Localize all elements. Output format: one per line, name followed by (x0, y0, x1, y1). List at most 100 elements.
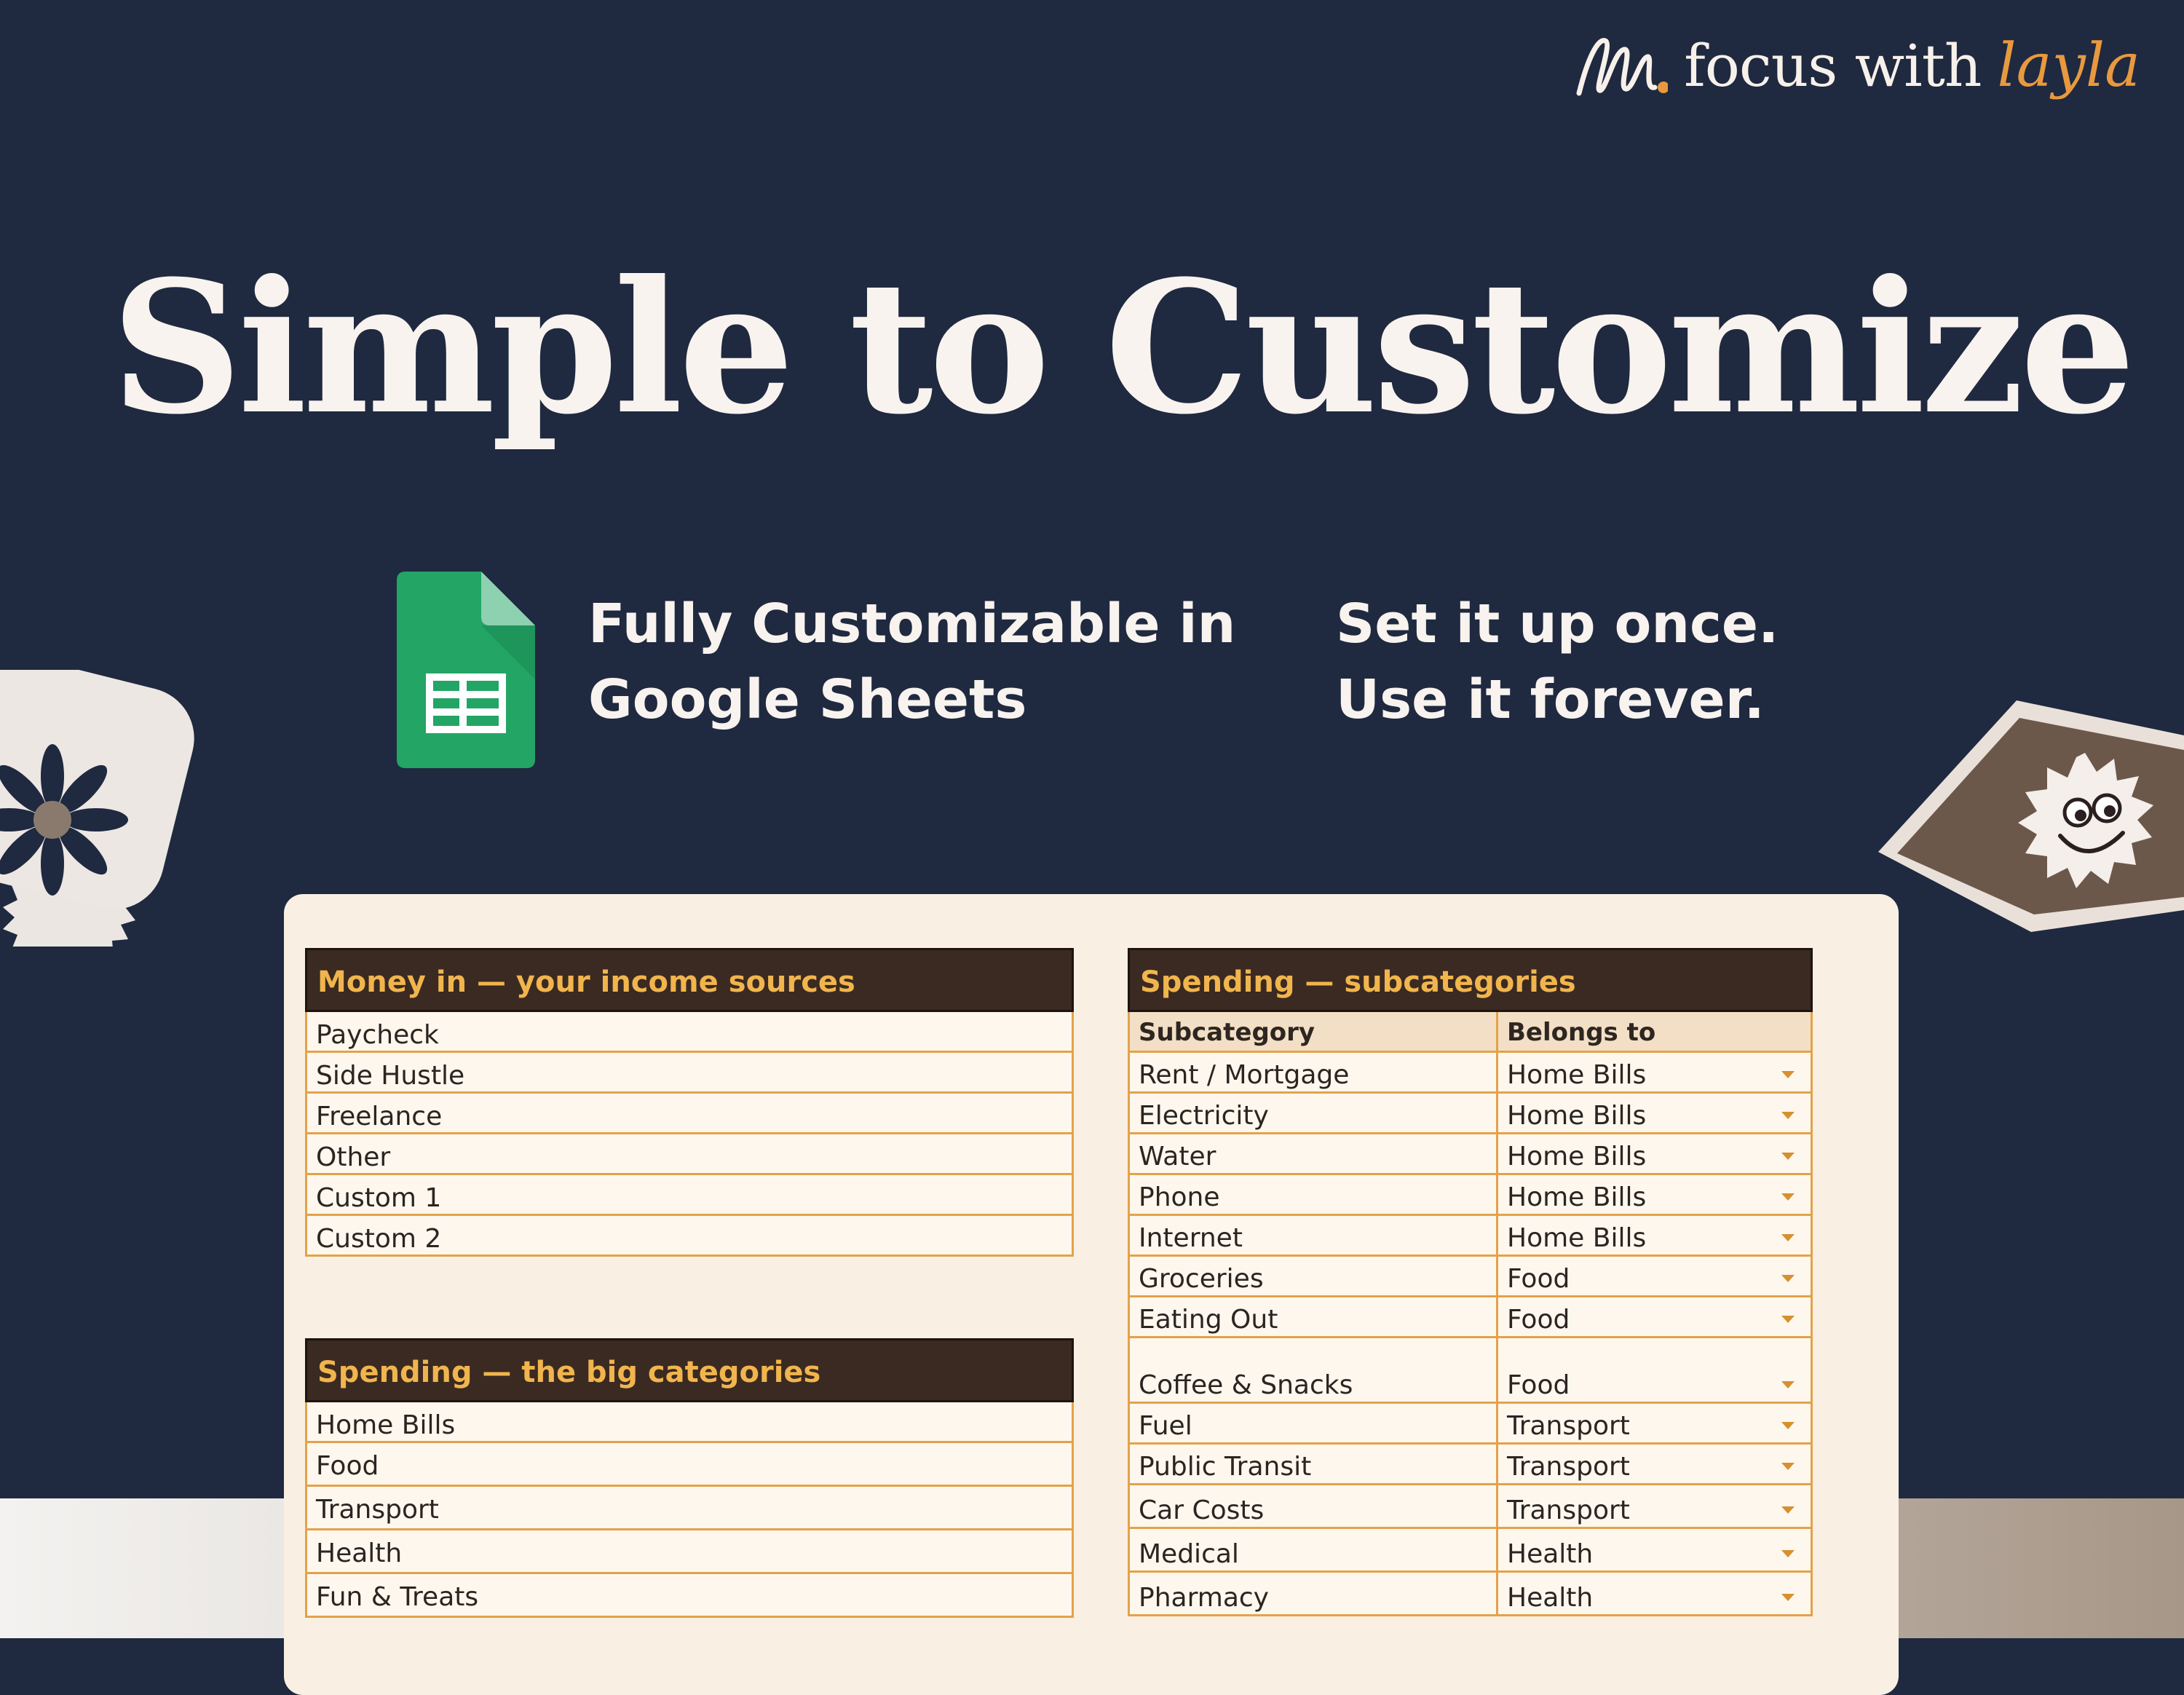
subcategory-cell[interactable]: Pharmacy (1130, 1573, 1498, 1614)
belongs-to-dropdown[interactable]: Transport (1498, 1485, 1811, 1527)
dropdown-arrow-icon[interactable] (1781, 1275, 1795, 1282)
table-row[interactable]: Transport (307, 1487, 1072, 1530)
dropdown-value: Home Bills (1507, 1101, 1647, 1131)
table-row: Eating Out Food (1130, 1297, 1811, 1338)
dropdown-value: Transport (1507, 1496, 1630, 1525)
subcategory-cell[interactable]: Water (1130, 1134, 1498, 1173)
subcategory-cell[interactable]: Internet (1130, 1216, 1498, 1255)
table-row[interactable]: Custom 2 (307, 1216, 1072, 1257)
column-header-subcategory: Subcategory (1130, 1012, 1498, 1051)
table-row[interactable]: Side Hustle (307, 1053, 1072, 1094)
subcategory-cell[interactable]: Coffee & Snacks (1130, 1338, 1498, 1402)
column-header-belongs-to: Belongs to (1507, 1018, 1656, 1047)
page-title: Simple to Customize (111, 240, 2135, 454)
table-header: Spending — the big categories (305, 1338, 1074, 1402)
dropdown-value: Transport (1507, 1411, 1630, 1441)
subcategory-cell[interactable]: Public Transit (1130, 1445, 1498, 1483)
income-sources-table: Money in — your income sources Paycheck … (305, 948, 1074, 1257)
dropdown-value: Health (1507, 1583, 1594, 1613)
table-row: Public Transit Transport (1130, 1445, 1811, 1485)
dropdown-arrow-icon[interactable] (1781, 1153, 1795, 1160)
feature-line: Use it forever. (1336, 668, 1765, 731)
table-row[interactable]: Food (307, 1443, 1072, 1487)
dropdown-arrow-icon[interactable] (1781, 1506, 1795, 1514)
table-row[interactable]: Custom 1 (307, 1175, 1072, 1216)
subcategory-cell[interactable]: Electricity (1130, 1094, 1498, 1132)
subcategory-cell[interactable]: Groceries (1130, 1257, 1498, 1295)
belongs-to-dropdown[interactable]: Home Bills (1498, 1134, 1811, 1173)
belongs-to-dropdown[interactable]: Home Bills (1498, 1216, 1811, 1255)
subcategory-cell[interactable]: Phone (1130, 1175, 1498, 1214)
google-sheets-icon (397, 572, 535, 771)
feature-customizable: Fully Customizable in Google Sheets (588, 586, 1235, 738)
dropdown-value: Food (1507, 1264, 1570, 1294)
belongs-to-dropdown[interactable]: Home Bills (1498, 1053, 1811, 1091)
subcategory-cell[interactable]: Rent / Mortgage (1130, 1053, 1498, 1091)
dropdown-value: Food (1507, 1305, 1570, 1335)
column-header-row: Subcategory Belongs to (1130, 1012, 1811, 1053)
table-row: Phone Home Bills (1130, 1175, 1811, 1216)
subcategories-table: Spending — subcategories Subcategory Bel… (1128, 948, 1813, 1616)
table-row: Rent / Mortgage Home Bills (1130, 1053, 1811, 1094)
feature-forever: Set it up once. Use it forever. (1336, 586, 1779, 738)
table-row: Groceries Food (1130, 1257, 1811, 1297)
subcategory-cell[interactable]: Medical (1130, 1529, 1498, 1570)
table-header: Spending — subcategories (1128, 948, 1813, 1012)
belongs-to-dropdown[interactable]: Health (1498, 1529, 1811, 1570)
dropdown-arrow-icon[interactable] (1781, 1071, 1795, 1078)
dropdown-arrow-icon[interactable] (1781, 1193, 1795, 1201)
table-row[interactable]: Other (307, 1134, 1072, 1175)
belongs-to-dropdown[interactable]: Food (1498, 1257, 1811, 1295)
dropdown-arrow-icon[interactable] (1781, 1463, 1795, 1470)
dropdown-arrow-icon[interactable] (1781, 1234, 1795, 1241)
belongs-to-dropdown[interactable]: Transport (1498, 1404, 1811, 1442)
feature-line: Google Sheets (588, 668, 1027, 731)
table-row: Internet Home Bills (1130, 1216, 1811, 1257)
belongs-to-dropdown[interactable]: Home Bills (1498, 1175, 1811, 1214)
brand-accent: layla (1997, 31, 2140, 100)
belongs-to-dropdown[interactable]: Food (1498, 1338, 1811, 1402)
dropdown-arrow-icon[interactable] (1781, 1381, 1795, 1388)
dropdown-arrow-icon[interactable] (1781, 1422, 1795, 1429)
subcategory-cell[interactable]: Car Costs (1130, 1485, 1498, 1527)
signature-mark-icon (1573, 29, 1669, 102)
table-row: Water Home Bills (1130, 1134, 1811, 1175)
dropdown-arrow-icon[interactable] (1781, 1550, 1795, 1557)
subcategory-cell[interactable]: Fuel (1130, 1404, 1498, 1442)
table-row: Coffee & Snacks Food (1130, 1338, 1811, 1404)
table-row: Fuel Transport (1130, 1404, 1811, 1445)
dropdown-arrow-icon[interactable] (1781, 1316, 1795, 1323)
dropdown-value: Transport (1507, 1452, 1630, 1482)
belongs-to-dropdown[interactable]: Home Bills (1498, 1094, 1811, 1132)
table-header: Money in — your income sources (305, 948, 1074, 1012)
dropdown-value: Home Bills (1507, 1223, 1647, 1253)
table-row[interactable]: Home Bills (307, 1402, 1072, 1443)
brand-logo: focus with layla (1573, 29, 2140, 102)
table-row[interactable]: Paycheck (307, 1012, 1072, 1053)
flower-sticker-icon (0, 657, 204, 977)
dropdown-value: Health (1507, 1539, 1594, 1569)
brand-name: focus with (1684, 31, 1982, 100)
subcategory-cell[interactable]: Eating Out (1130, 1297, 1498, 1336)
dropdown-arrow-icon[interactable] (1781, 1112, 1795, 1119)
belongs-to-dropdown[interactable]: Health (1498, 1573, 1811, 1614)
table-row: Electricity Home Bills (1130, 1094, 1811, 1134)
table-body: Home Bills Food Transport Health Fun & T… (305, 1402, 1074, 1618)
table-body: Paycheck Side Hustle Freelance Other Cus… (305, 1012, 1074, 1257)
table-row[interactable]: Fun & Treats (307, 1574, 1072, 1618)
table-row[interactable]: Health (307, 1530, 1072, 1574)
table-row: Pharmacy Health (1130, 1573, 1811, 1616)
belongs-to-dropdown[interactable]: Food (1498, 1297, 1811, 1336)
belongs-to-dropdown[interactable]: Transport (1498, 1445, 1811, 1483)
feature-line: Fully Customizable in (588, 593, 1236, 655)
dropdown-value: Food (1507, 1370, 1570, 1400)
big-categories-table: Spending — the big categories Home Bills… (305, 1338, 1074, 1618)
dropdown-value: Home Bills (1507, 1142, 1647, 1172)
table-row: Car Costs Transport (1130, 1485, 1811, 1529)
table-body: Subcategory Belongs to Rent / Mortgage H… (1128, 1012, 1813, 1616)
smiley-sun-sticker-icon (1871, 692, 2184, 949)
dropdown-arrow-icon[interactable] (1781, 1594, 1795, 1601)
dropdown-value: Home Bills (1507, 1182, 1647, 1212)
dropdown-value: Home Bills (1507, 1060, 1647, 1090)
table-row[interactable]: Freelance (307, 1094, 1072, 1134)
